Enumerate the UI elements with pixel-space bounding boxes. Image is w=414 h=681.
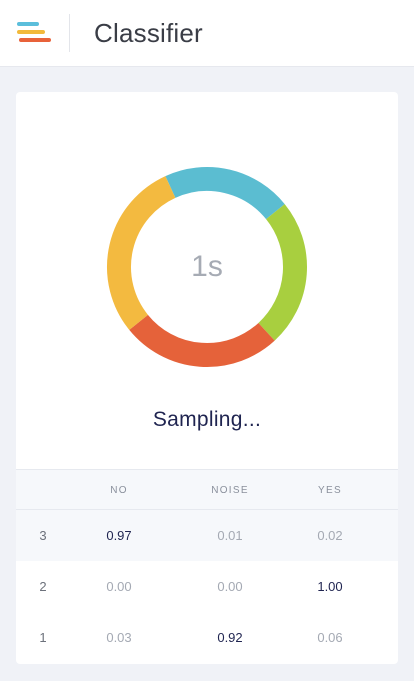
cell-no: 0.00: [106, 579, 132, 594]
cell-yes: 1.00: [317, 579, 343, 594]
results-table: NO NOISE YES 3 0.97 0.01 0.02 2 0.00 0.0…: [16, 469, 398, 663]
table-row: 2 0.00 0.00 1.00: [16, 561, 398, 612]
row-index: 3: [39, 528, 47, 543]
row-index: 2: [39, 579, 47, 594]
table-row: 1 0.03 0.92 0.06: [16, 612, 398, 663]
row-index: 1: [39, 630, 47, 645]
table-row: 3 0.97 0.01 0.02: [16, 510, 398, 561]
progress-donut: 1s: [105, 165, 309, 369]
cell-no: 0.97: [106, 528, 132, 543]
cell-yes: 0.06: [317, 630, 343, 645]
cell-noise: 0.00: [217, 579, 243, 594]
classifier-logo-icon[interactable]: [17, 21, 51, 45]
page-title: Classifier: [94, 18, 203, 48]
app-header: Classifier: [0, 0, 414, 67]
cell-noise: 0.01: [217, 528, 243, 543]
header-yes: YES: [318, 485, 342, 496]
header-noise: NOISE: [211, 485, 249, 496]
table-header: NO NOISE YES: [16, 469, 398, 510]
header-no: NO: [110, 485, 128, 496]
cell-noise: 0.92: [217, 630, 243, 645]
elapsed-timer: 1s: [191, 250, 223, 283]
classifier-card: 1s Sampling... NO NOISE YES 3 0.97 0.01 …: [16, 92, 398, 664]
cell-no: 0.03: [106, 630, 132, 645]
cell-yes: 0.02: [317, 528, 343, 543]
status-text: Sampling...: [152, 408, 262, 431]
header-divider: [69, 14, 70, 52]
